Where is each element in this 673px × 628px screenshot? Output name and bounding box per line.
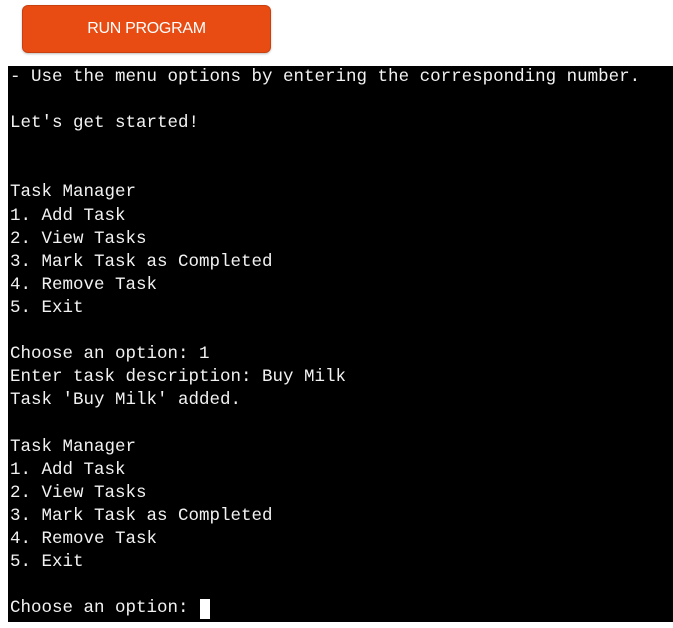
terminal-line: Task Manager bbox=[10, 436, 137, 457]
terminal-line: Let's get started! bbox=[10, 113, 200, 134]
terminal-line: 4. Remove Task bbox=[10, 528, 158, 549]
terminal-line: 1. Add Task bbox=[10, 459, 126, 480]
terminal-prompt: Choose an option: bbox=[10, 598, 200, 619]
terminal-line: Task Manager bbox=[10, 182, 137, 203]
terminal[interactable]: - Use the menu options by entering the c… bbox=[8, 66, 673, 622]
terminal-line: 5. Exit bbox=[10, 297, 84, 318]
terminal-line: - Use the menu options by entering the c… bbox=[10, 67, 641, 87]
run-program-button[interactable]: RUN PROGRAM bbox=[22, 5, 271, 53]
terminal-line: 2. View Tasks bbox=[10, 482, 147, 503]
terminal-line: 4. Remove Task bbox=[10, 274, 158, 295]
terminal-output: - Use the menu options by entering the c… bbox=[10, 66, 673, 597]
terminal-prompt-line[interactable]: Choose an option: bbox=[10, 597, 673, 620]
terminal-line: Enter task description: Buy Milk bbox=[10, 367, 347, 388]
terminal-line: Choose an option: 1 bbox=[10, 344, 210, 365]
terminal-line: 3. Mark Task as Completed bbox=[10, 505, 273, 526]
terminal-line: Task 'Buy Milk' added. bbox=[10, 390, 242, 411]
terminal-line: 3. Mark Task as Completed bbox=[10, 251, 273, 272]
terminal-line: 1. Add Task bbox=[10, 205, 126, 226]
text-cursor bbox=[200, 598, 211, 619]
terminal-line: 5. Exit bbox=[10, 551, 84, 572]
terminal-line: 2. View Tasks bbox=[10, 228, 147, 249]
